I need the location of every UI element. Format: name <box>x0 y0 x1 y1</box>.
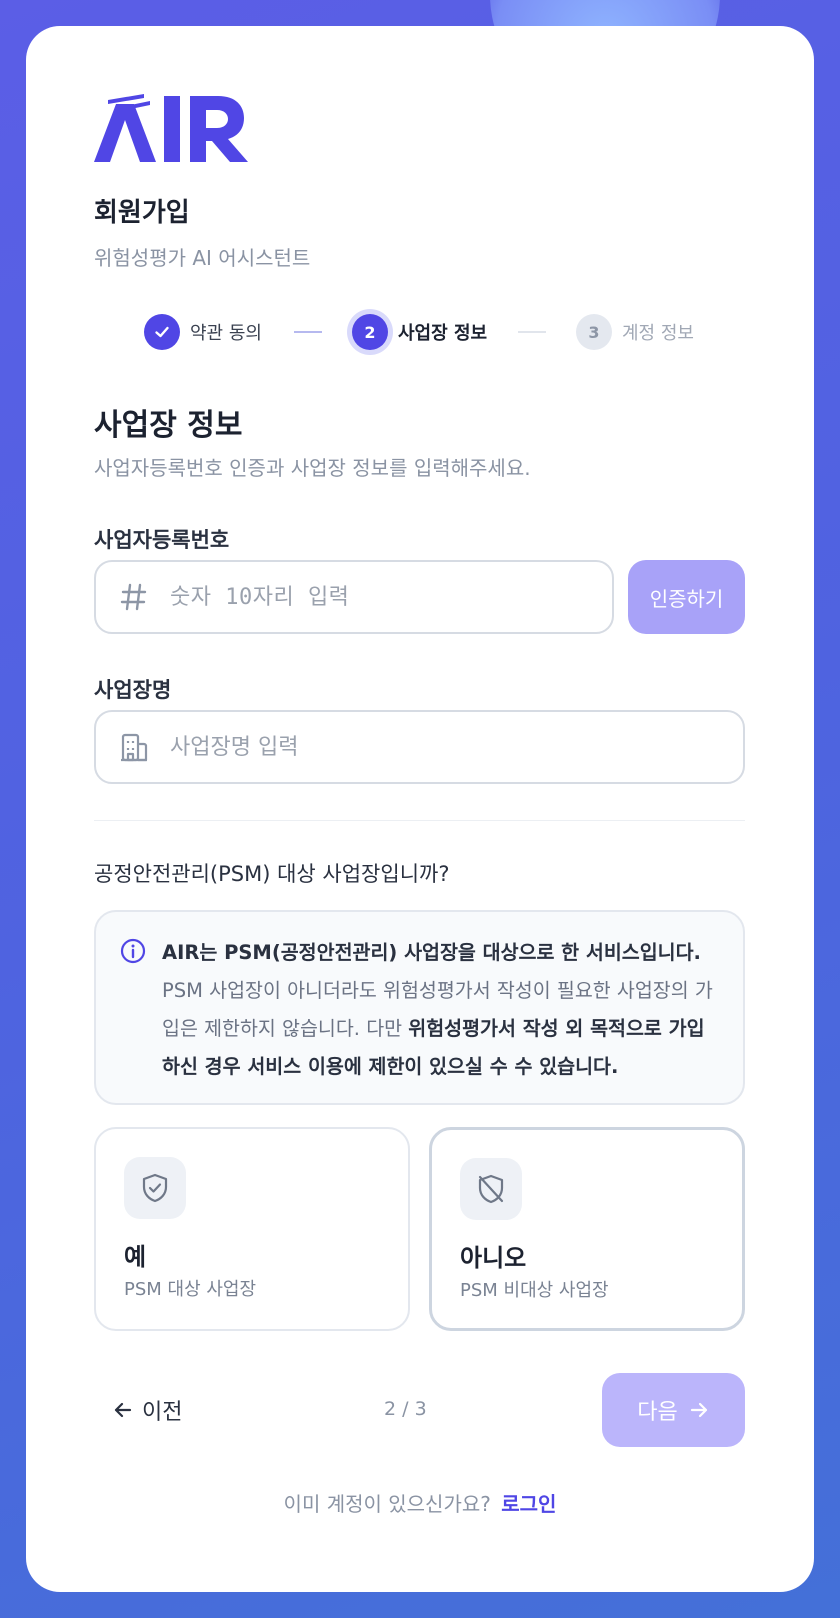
business-number-field[interactable] <box>94 560 614 634</box>
business-name-label: 사업장명 <box>94 678 172 702</box>
check-icon <box>144 314 180 350</box>
divider <box>94 820 745 821</box>
business-name-field[interactable] <box>94 710 745 784</box>
page-title: 회원가입 <box>94 198 190 228</box>
info-icon <box>120 938 146 964</box>
notice-headline: AIR는 PSM(공정안전관리) 사업장을 대상으로 한 서비스입니다. <box>162 941 701 964</box>
step-number: 2 <box>352 314 388 350</box>
arrow-right-icon <box>690 1402 707 1418</box>
step-label: 약관 동의 <box>190 323 262 344</box>
step-business-info: 2 사업장 정보 <box>352 312 487 352</box>
step-connector <box>518 331 546 333</box>
business-number-input[interactable] <box>170 584 570 610</box>
option-subtitle: PSM 대상 사업장 <box>124 1279 257 1300</box>
step-connector <box>294 331 322 333</box>
option-subtitle: PSM 비대상 사업장 <box>460 1280 609 1301</box>
section-description: 사업자등록번호 인증과 사업장 정보를 입력해주세요. <box>94 456 531 480</box>
shield-off-icon <box>460 1158 522 1220</box>
psm-notice: AIR는 PSM(공정안전관리) 사업장을 대상으로 한 서비스입니다. PSM… <box>94 910 745 1105</box>
step-label: 계정 정보 <box>622 323 694 344</box>
signup-stepper: 약관 동의 2 사업장 정보 3 계정 정보 <box>144 312 704 352</box>
next-label: 다음 <box>637 1400 678 1425</box>
psm-question: 공정안전관리(PSM) 대상 사업장입니까? <box>94 862 450 886</box>
next-button[interactable]: 다음 <box>602 1373 745 1447</box>
page-subtitle: 위험성평가 AI 어시스턴트 <box>94 246 311 270</box>
section-title: 사업장 정보 <box>94 408 243 443</box>
option-title: 예 <box>124 1243 147 1271</box>
step-account-info: 3 계정 정보 <box>576 312 694 352</box>
login-link[interactable]: 로그인 <box>501 1492 556 1516</box>
psm-option-yes[interactable]: 예 PSM 대상 사업장 <box>94 1127 410 1331</box>
air-logo <box>94 94 248 162</box>
notice-text: AIR는 PSM(공정안전관리) 사업장을 대상으로 한 서비스입니다. PSM… <box>162 934 722 1086</box>
prev-label: 이전 <box>142 1400 183 1425</box>
option-title: 아니오 <box>460 1244 527 1272</box>
page-indicator: 2 / 3 <box>384 1398 427 1420</box>
step-label: 사업장 정보 <box>398 323 488 344</box>
hash-icon <box>116 579 152 615</box>
step-terms: 약관 동의 <box>144 312 262 352</box>
step-number: 3 <box>576 314 612 350</box>
login-prompt-row: 이미 계정이 있으신가요? 로그인 <box>0 1488 840 1517</box>
prev-button[interactable]: 이전 <box>112 1390 182 1430</box>
verify-button[interactable]: 인증하기 <box>628 560 745 634</box>
login-prompt: 이미 계정이 있으신가요? <box>283 1492 491 1516</box>
building-icon <box>116 729 152 765</box>
psm-option-no[interactable]: 아니오 PSM 비대상 사업장 <box>429 1127 745 1331</box>
shield-check-icon <box>124 1157 186 1219</box>
business-number-label: 사업자등록번호 <box>94 528 230 552</box>
business-name-input[interactable] <box>170 734 570 760</box>
arrow-left-icon <box>114 1402 132 1418</box>
